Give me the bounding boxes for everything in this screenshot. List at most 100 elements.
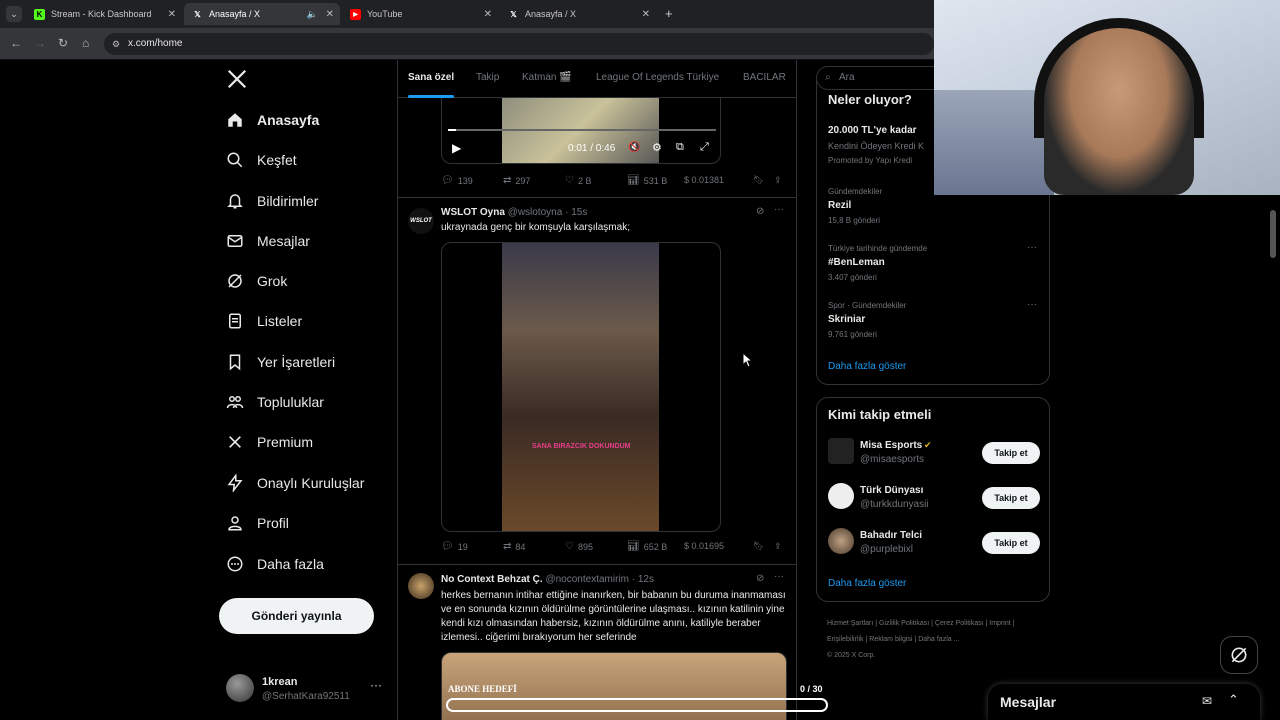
more-horizontal-icon[interactable]: ··· bbox=[774, 571, 784, 582]
retweet-button[interactable]: ⇄ 297 bbox=[503, 175, 530, 186]
back-icon[interactable]: ← bbox=[10, 36, 22, 50]
fullscreen-icon[interactable]: ⤢ bbox=[700, 141, 709, 154]
follow-suggestion[interactable]: Misa Esports ✔ @misaesports Takip et bbox=[828, 438, 1040, 472]
reload-icon[interactable]: ↻ bbox=[58, 36, 68, 50]
nav-verified-orgs[interactable]: Onaylı Kuruluşlar bbox=[226, 467, 364, 499]
mute-icon[interactable]: 🔇 bbox=[628, 142, 640, 153]
grok-icon[interactable]: ⊘ bbox=[756, 573, 764, 584]
post-button[interactable]: Gönderi yayınla bbox=[219, 598, 374, 634]
video-player[interactable]: ▶ 0:01 / 0:46 🔇 ⚙ ⧉ ⤢ bbox=[441, 88, 721, 164]
show-more-link[interactable]: Daha fazla göster bbox=[828, 578, 906, 589]
author-name[interactable]: No Context Behzat Ç. bbox=[441, 574, 543, 585]
home-icon[interactable]: ⌂ bbox=[82, 36, 89, 50]
tweet[interactable]: WSLOT WSLOT Oyna @wslotoyna · 15s ⊘ ··· … bbox=[398, 198, 796, 565]
tab-katman[interactable]: Katman 🎬 bbox=[522, 72, 572, 83]
new-tab-icon[interactable]: + bbox=[665, 6, 673, 21]
tweet[interactable]: ▶ 0:01 / 0:46 🔇 ⚙ ⧉ ⤢ 💬︎ 139 ⇄ 297 ♡ 2 B 📊︎… bbox=[398, 88, 796, 198]
footer-link[interactable]: Gizlilik Politikası bbox=[879, 620, 929, 627]
url-field[interactable]: ⚙ x.com/home bbox=[104, 33, 934, 55]
browser-tab-kick[interactable]: K Stream - Kick Dashboard ✕ bbox=[26, 3, 182, 25]
play-icon[interactable]: ▶ bbox=[452, 141, 461, 155]
footer-link[interactable]: Erişilebilirlik bbox=[827, 636, 864, 643]
nav-more[interactable]: Daha fazla bbox=[226, 548, 324, 580]
footer-link[interactable]: Daha fazla ... bbox=[918, 636, 959, 643]
close-icon[interactable]: ✕ bbox=[642, 9, 650, 20]
like-button[interactable]: ♡ 895 bbox=[565, 541, 593, 552]
follow-button[interactable]: Takip et bbox=[982, 442, 1040, 464]
bookmark-button[interactable]: 🔖︎ bbox=[753, 541, 764, 552]
more-horizontal-icon[interactable]: ··· bbox=[370, 678, 382, 692]
chevron-up-icon[interactable]: ⌃ bbox=[1228, 692, 1239, 708]
nav-messages[interactable]: Mesajlar bbox=[226, 225, 310, 257]
follow-suggestion[interactable]: Bahadır Telci @purplebixl Takip et bbox=[828, 528, 1040, 562]
footer-link[interactable]: Çerez Politikası bbox=[935, 620, 984, 627]
bookmark-button[interactable]: 🔖︎ bbox=[753, 175, 764, 186]
share-button[interactable]: ⇪ bbox=[774, 175, 782, 186]
promo-title[interactable]: 20.000 TL'ye kadar bbox=[828, 125, 917, 136]
like-button[interactable]: ♡ 2 B bbox=[565, 175, 591, 186]
reply-button[interactable]: 💬︎ 19 bbox=[441, 541, 468, 552]
new-message-icon[interactable]: ✉ bbox=[1202, 694, 1212, 708]
footer-link[interactable]: Imprint bbox=[989, 620, 1010, 627]
nav-communities[interactable]: Topluluklar bbox=[226, 386, 324, 418]
tab-search-dropdown[interactable]: ⌄ bbox=[6, 6, 22, 22]
browser-tab-x-active[interactable]: 𝕏 Anasayfa / X 🔈 ✕ bbox=[184, 3, 340, 25]
video-media[interactable]: SANA BIRAZCIK DOKUNDUM bbox=[441, 242, 721, 532]
author-handle[interactable]: @nocontextamirim bbox=[545, 574, 629, 585]
grok-floating-button[interactable] bbox=[1220, 636, 1258, 674]
retweet-button[interactable]: ⇄ 84 bbox=[503, 541, 525, 552]
nav-explore[interactable]: Keşfet bbox=[226, 144, 297, 176]
trend-name[interactable]: Skriniar bbox=[828, 314, 865, 325]
account-switcher[interactable]: 1krean @SerhatKara92511 ··· bbox=[226, 670, 396, 710]
trend-name[interactable]: Rezil bbox=[828, 200, 851, 211]
nav-lists[interactable]: Listeler bbox=[226, 305, 302, 337]
close-icon[interactable]: ✕ bbox=[484, 9, 492, 20]
more-horizontal-icon[interactable]: ··· bbox=[1027, 299, 1037, 310]
nav-grok[interactable]: Grok bbox=[226, 265, 287, 297]
show-more-link[interactable]: Daha fazla göster bbox=[828, 361, 906, 372]
settings-icon[interactable]: ⚙ bbox=[652, 141, 662, 154]
tip-button[interactable]: $ 0.01381 bbox=[684, 175, 724, 185]
browser-tab-x[interactable]: 𝕏 Anasayfa / X ✕ bbox=[500, 3, 656, 25]
avatar[interactable] bbox=[408, 573, 434, 599]
more-horizontal-icon[interactable]: ··· bbox=[774, 204, 784, 215]
tab-for-you[interactable]: Sana özel bbox=[408, 72, 454, 83]
close-icon[interactable]: ✕ bbox=[326, 9, 334, 20]
tip-button[interactable]: $ 0.01695 bbox=[684, 541, 724, 551]
follow-button[interactable]: Takip et bbox=[982, 532, 1040, 554]
tab-bacilar[interactable]: BACILAR bbox=[743, 72, 786, 83]
speaker-icon[interactable]: 🔈 bbox=[307, 9, 318, 20]
views-button[interactable]: 📊︎ 531 B bbox=[627, 175, 667, 186]
follow-suggestion[interactable]: Türk Dünyası @turkkdunyasii Takip et bbox=[828, 483, 1040, 517]
footer-link[interactable]: Reklam bilgisi bbox=[869, 636, 912, 643]
share-button[interactable]: ⇪ bbox=[774, 541, 782, 552]
tab-lol-turkiye[interactable]: League Of Legends Türkiye bbox=[596, 72, 719, 83]
views-button[interactable]: 📊︎ 652 B bbox=[627, 541, 667, 552]
trend-name[interactable]: #BenLeman bbox=[828, 257, 885, 268]
nav-bookmarks[interactable]: Yer İşaretleri bbox=[226, 346, 335, 378]
browser-tab-youtube[interactable]: ▶ YouTube ✕ bbox=[342, 3, 498, 25]
site-info-icon[interactable]: ⚙ bbox=[112, 33, 120, 55]
grok-icon[interactable]: ⊘ bbox=[756, 206, 764, 217]
tab-following[interactable]: Takip bbox=[476, 72, 499, 83]
page-scrollbar[interactable] bbox=[1270, 210, 1276, 258]
reply-button[interactable]: 💬︎ 139 bbox=[441, 175, 473, 186]
follow-button[interactable]: Takip et bbox=[982, 487, 1040, 509]
x-logo-icon[interactable] bbox=[226, 68, 250, 92]
close-icon[interactable]: ✕ bbox=[168, 9, 176, 20]
nav-home[interactable]: Anasayfa bbox=[226, 104, 319, 136]
nav-notifications[interactable]: Bildirimler bbox=[226, 185, 318, 217]
footer-link[interactable]: Hizmet Şartları bbox=[827, 620, 873, 627]
messages-drawer[interactable]: Mesajlar ✉ ⌃ bbox=[988, 684, 1260, 720]
author-handle[interactable]: @wslotoyna bbox=[508, 207, 563, 218]
forward-icon[interactable]: → bbox=[34, 36, 46, 50]
tweet-time[interactable]: · 15s bbox=[565, 207, 587, 218]
video-progress-bar[interactable] bbox=[448, 129, 716, 131]
avatar[interactable]: WSLOT bbox=[408, 208, 434, 234]
more-horizontal-icon[interactable]: ··· bbox=[1027, 242, 1037, 253]
author-name[interactable]: WSLOT Oyna bbox=[441, 207, 505, 218]
nav-premium[interactable]: Premium bbox=[226, 426, 313, 458]
nav-profile[interactable]: Profil bbox=[226, 507, 289, 539]
tweet-time[interactable]: · 12s bbox=[632, 574, 654, 585]
pip-icon[interactable]: ⧉ bbox=[676, 141, 684, 154]
